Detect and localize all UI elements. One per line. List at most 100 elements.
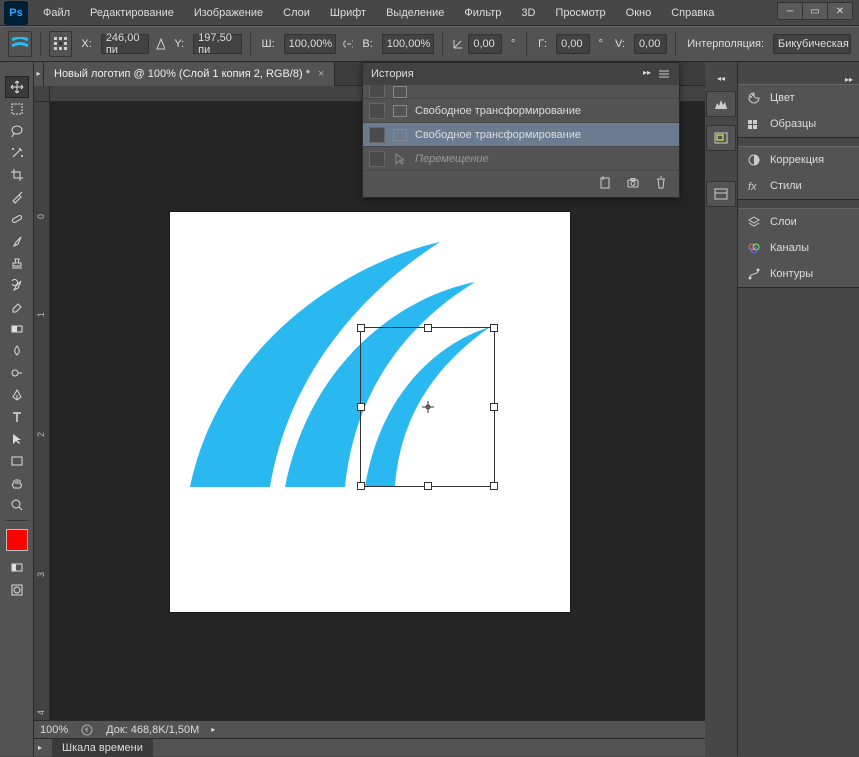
- maximize-button[interactable]: ▭: [802, 2, 828, 20]
- menu-filter[interactable]: Фильтр: [455, 3, 510, 23]
- history-row-selected[interactable]: Свободное трансформирование: [363, 123, 679, 147]
- panels-collapse-button[interactable]: ▸▸: [845, 75, 853, 84]
- zoom-level[interactable]: 100%: [40, 724, 68, 736]
- rectangle-icon: [10, 454, 24, 468]
- history-collapse[interactable]: ▸▸: [643, 68, 651, 80]
- preview-icon[interactable]: [80, 724, 94, 736]
- move-tool[interactable]: [5, 76, 29, 98]
- panel-adjustments[interactable]: Коррекция: [738, 147, 859, 173]
- menu-select[interactable]: Выделение: [377, 3, 453, 23]
- transform-handle-bc[interactable]: [424, 482, 432, 490]
- history-visibility-toggle[interactable]: [369, 127, 385, 143]
- panel-styles[interactable]: fx Стили: [738, 173, 859, 199]
- dodge-tool[interactable]: [5, 362, 29, 384]
- status-menu-button[interactable]: ▸: [211, 725, 215, 734]
- foreground-color-swatch[interactable]: [6, 529, 28, 551]
- y-field[interactable]: 197,50 пи: [193, 34, 242, 54]
- w-field[interactable]: 100,00%: [284, 34, 336, 54]
- panel-swatches[interactable]: Образцы: [738, 111, 859, 137]
- type-tool[interactable]: [5, 406, 29, 428]
- menu-layer[interactable]: Слои: [274, 3, 319, 23]
- interpolation-dropdown[interactable]: Бикубическая: [773, 34, 851, 54]
- history-row[interactable]: Свободное трансформирование: [363, 99, 679, 123]
- angle-field[interactable]: 0,00: [468, 34, 501, 54]
- panel-menu-icon[interactable]: [657, 68, 671, 80]
- history-panel[interactable]: История ▸▸ Свободное трансформирование С…: [362, 62, 680, 198]
- document-tab[interactable]: Новый логотип @ 100% (Слой 1 копия 2, RG…: [44, 62, 335, 86]
- timeline-expand[interactable]: ▸: [38, 743, 42, 752]
- transform-handle-tl[interactable]: [357, 324, 365, 332]
- transform-bounding-box[interactable]: [360, 327, 495, 487]
- panel-layers[interactable]: Слои: [738, 209, 859, 235]
- navigator-panel-icon[interactable]: [706, 125, 736, 151]
- reference-point-grid[interactable]: [49, 31, 73, 57]
- brush-tool[interactable]: [5, 230, 29, 252]
- artboard[interactable]: [170, 212, 570, 612]
- close-button[interactable]: ✕: [827, 2, 853, 20]
- delete-state-button[interactable]: [653, 175, 669, 191]
- new-snapshot-button[interactable]: [625, 175, 641, 191]
- ruler-origin[interactable]: [34, 86, 50, 102]
- crop-tool[interactable]: [5, 164, 29, 186]
- transform-handle-mr[interactable]: [490, 403, 498, 411]
- history-brush-tool[interactable]: [5, 274, 29, 296]
- menu-edit[interactable]: Редактирование: [81, 3, 183, 23]
- zoom-tool[interactable]: [5, 494, 29, 516]
- x-field[interactable]: 246,00 пи: [101, 34, 150, 54]
- path-select-tool[interactable]: [5, 428, 29, 450]
- w-label: Ш:: [259, 38, 278, 50]
- menu-image[interactable]: Изображение: [185, 3, 272, 23]
- shear-h-field[interactable]: 0,00: [556, 34, 589, 54]
- ruler-vertical[interactable]: 0 1 2 3 4: [34, 102, 50, 720]
- close-tab-button[interactable]: ×: [318, 68, 324, 80]
- transform-handle-tc[interactable]: [424, 324, 432, 332]
- hand-tool[interactable]: [5, 472, 29, 494]
- properties-panel-icon[interactable]: [706, 181, 736, 207]
- tab-expand-button[interactable]: ▸: [34, 62, 44, 86]
- eraser-tool[interactable]: [5, 296, 29, 318]
- pen-tool[interactable]: [5, 384, 29, 406]
- menu-help[interactable]: Справка: [662, 3, 723, 23]
- delta-icon[interactable]: [155, 37, 165, 51]
- h-field[interactable]: 100,00%: [382, 34, 434, 54]
- link-icon[interactable]: [342, 37, 354, 51]
- path-select-icon: [10, 432, 24, 446]
- eyedropper-tool[interactable]: [5, 186, 29, 208]
- history-row-partial[interactable]: [363, 85, 679, 99]
- shear-v-field[interactable]: 0,00: [634, 34, 667, 54]
- minimize-button[interactable]: ─: [777, 2, 803, 20]
- transform-handle-br[interactable]: [490, 482, 498, 490]
- new-document-from-state-button[interactable]: [597, 175, 613, 191]
- menu-window[interactable]: Окно: [617, 3, 661, 23]
- screen-mode[interactable]: [5, 557, 29, 579]
- menu-view[interactable]: Просмотр: [546, 3, 614, 23]
- marquee-tool[interactable]: [5, 98, 29, 120]
- transform-handle-tr[interactable]: [490, 324, 498, 332]
- history-header[interactable]: История ▸▸: [363, 63, 679, 85]
- gradient-tool[interactable]: [5, 318, 29, 340]
- tool-preset-button[interactable]: [8, 31, 32, 57]
- menu-file[interactable]: Файл: [34, 3, 79, 23]
- healing-tool[interactable]: [5, 208, 29, 230]
- strip-collapse[interactable]: ◂◂: [717, 74, 725, 83]
- wand-tool[interactable]: [5, 142, 29, 164]
- quick-mask[interactable]: [5, 579, 29, 601]
- timeline-tab[interactable]: Шкала времени: [52, 739, 153, 757]
- history-visibility-toggle[interactable]: [369, 85, 385, 98]
- transform-handle-bl[interactable]: [357, 482, 365, 490]
- lasso-tool[interactable]: [5, 120, 29, 142]
- panel-channels[interactable]: Каналы: [738, 235, 859, 261]
- stamp-tool[interactable]: [5, 252, 29, 274]
- transform-center-icon[interactable]: [421, 400, 435, 414]
- history-visibility-toggle[interactable]: [369, 103, 385, 119]
- panel-paths[interactable]: Контуры: [738, 261, 859, 287]
- transform-handle-ml[interactable]: [357, 403, 365, 411]
- blur-tool[interactable]: [5, 340, 29, 362]
- history-row-future[interactable]: Перемещение: [363, 147, 679, 171]
- menu-3d[interactable]: 3D: [512, 3, 544, 23]
- menu-type[interactable]: Шрифт: [321, 3, 375, 23]
- panel-color[interactable]: Цвет: [738, 85, 859, 111]
- history-visibility-toggle[interactable]: [369, 151, 385, 167]
- shape-tool[interactable]: [5, 450, 29, 472]
- histogram-panel-icon[interactable]: [706, 91, 736, 117]
